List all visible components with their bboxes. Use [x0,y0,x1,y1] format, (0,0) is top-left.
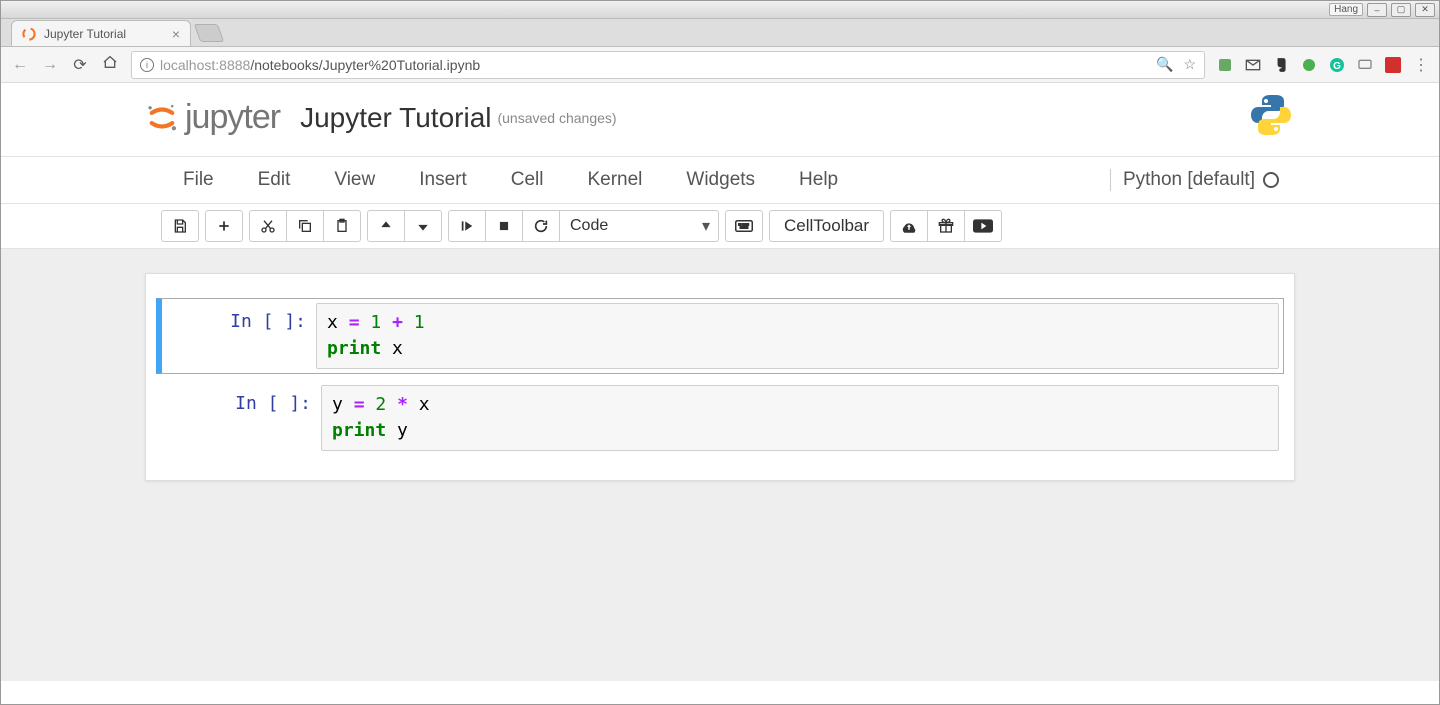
site-info-icon[interactable]: i [140,58,154,72]
paste-button[interactable] [323,210,361,242]
maximize-button[interactable]: ▢ [1391,3,1411,17]
code-cell[interactable]: In [ ]:x = 1 + 1 print x [156,298,1284,374]
interrupt-button[interactable] [485,210,523,242]
notebook-container: In [ ]:x = 1 + 1 print xIn [ ]:y = 2 * x… [145,273,1295,481]
gift-button[interactable] [927,210,965,242]
cell-input[interactable]: y = 2 * x print y [321,385,1279,451]
move-down-button[interactable] [404,210,442,242]
kernel-status-icon [1263,172,1279,188]
notebook-background: In [ ]:x = 1 + 1 print xIn [ ]:y = 2 * x… [1,249,1439,681]
close-window-button[interactable]: ✕ [1415,3,1435,17]
kernel-indicator[interactable]: Python [default] [1110,169,1279,191]
jupyter-toolbar: Code CellToolbar [145,210,1295,242]
mail-icon[interactable] [1245,57,1261,73]
browser-tab[interactable]: Jupyter Tutorial × [11,20,191,46]
minimize-button[interactable]: – [1367,3,1387,17]
menu-insert[interactable]: Insert [397,169,489,191]
add-cell-button[interactable] [205,210,243,242]
jupyter-logo[interactable]: jupyter [145,98,280,137]
move-up-button[interactable] [367,210,405,242]
green-dot-icon[interactable] [1301,57,1317,73]
restart-button[interactable] [522,210,560,242]
grammarly-icon[interactable]: G [1329,57,1345,73]
upload-button[interactable] [890,210,928,242]
tab-favicon-jupyter-icon [22,27,36,41]
copy-button[interactable] [286,210,324,242]
cell-prompt: In [ ]: [161,385,321,451]
python-logo-icon[interactable] [1247,91,1295,144]
cell-type-select[interactable]: Code [559,210,719,242]
reload-button[interactable]: ⟳ [71,55,89,75]
browser-toolbar: ← → ⟳ i localhost:8888/notebooks/Jupyter… [1,47,1439,83]
red-square-icon[interactable] [1385,57,1401,73]
code-cell[interactable]: In [ ]:y = 2 * x print y [156,380,1284,456]
cell-input[interactable]: x = 1 + 1 print x [316,303,1279,369]
evernote-icon[interactable] [1273,57,1289,73]
jupyter-menubar: File Edit View Insert Cell Kernel Widget… [145,157,1295,203]
menu-help[interactable]: Help [777,169,860,191]
jupyter-header: jupyter Jupyter Tutorial (unsaved change… [1,83,1439,157]
menu-widgets[interactable]: Widgets [664,169,777,191]
page-content: jupyter Jupyter Tutorial (unsaved change… [1,83,1439,704]
bookmark-star-icon[interactable]: ☆ [1183,56,1196,73]
menu-cell[interactable]: Cell [489,169,566,191]
cell-prompt: In [ ]: [162,303,316,369]
menu-file[interactable]: File [161,169,236,191]
extension-icon-1[interactable] [1217,57,1233,73]
tab-close-icon[interactable]: × [172,26,180,42]
save-status: (unsaved changes) [497,110,616,126]
new-tab-button[interactable] [194,24,225,42]
kernel-name: Python [default] [1123,169,1255,191]
jupyter-logo-text: jupyter [185,98,280,137]
browser-menu-icon[interactable]: ⋮ [1413,55,1429,75]
svg-text:G: G [1333,61,1341,72]
extension-icons: G [1217,57,1401,73]
celltoolbar-button[interactable]: CellToolbar [769,210,884,242]
url-text: localhost:8888/notebooks/Jupyter%20Tutor… [160,57,480,73]
address-bar[interactable]: i localhost:8888/notebooks/Jupyter%20Tut… [131,51,1205,79]
play-video-button[interactable] [964,210,1002,242]
browser-tabstrip: Jupyter Tutorial × [1,19,1439,47]
menu-view[interactable]: View [312,169,397,191]
back-button[interactable]: ← [11,56,29,74]
zoom-icon[interactable]: 🔍 [1156,56,1173,73]
chat-icon[interactable] [1357,57,1373,73]
command-palette-button[interactable] [725,210,763,242]
window-titlebar: Hang – ▢ ✕ [1,1,1439,19]
application-window: Hang – ▢ ✕ Jupyter Tutorial × ← → ⟳ i lo… [0,0,1440,705]
titlebar-hang-label: Hang [1329,3,1363,16]
tab-title: Jupyter Tutorial [44,27,126,41]
menu-kernel[interactable]: Kernel [565,169,664,191]
run-button[interactable] [448,210,486,242]
home-button[interactable] [101,54,119,75]
cut-button[interactable] [249,210,287,242]
notebook-title[interactable]: Jupyter Tutorial [300,102,491,134]
menu-edit[interactable]: Edit [236,169,313,191]
save-button[interactable] [161,210,199,242]
forward-button[interactable]: → [41,56,59,74]
